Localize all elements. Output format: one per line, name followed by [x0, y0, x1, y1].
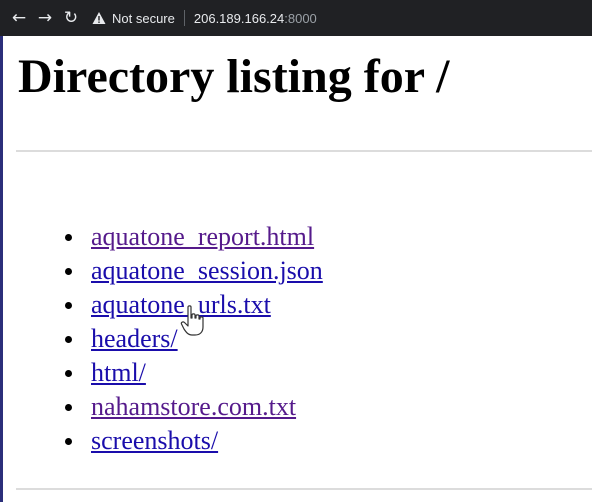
- bullet-icon: [65, 404, 72, 411]
- hand-cursor-icon: [180, 305, 204, 336]
- bullet-icon: [65, 438, 72, 445]
- warning-icon: [92, 12, 106, 24]
- page-title: Directory listing for /: [18, 50, 450, 103]
- bottom-divider: [16, 488, 592, 490]
- file-link[interactable]: nahamstore.com.txt: [91, 390, 296, 424]
- bullet-icon: [65, 302, 72, 309]
- address-bar[interactable]: Not secure 206.189.166.24:8000: [92, 0, 317, 36]
- reload-icon[interactable]: ↻: [58, 0, 84, 36]
- window-edge: [0, 36, 3, 502]
- url-host: 206.189.166.24: [193, 10, 285, 26]
- bullet-icon: [65, 268, 72, 275]
- back-arrow-icon[interactable]: ←: [6, 0, 32, 36]
- omnibox-divider: [183, 10, 185, 26]
- file-link[interactable]: aquatone_report.html: [91, 220, 314, 254]
- forward-arrow-icon[interactable]: →: [32, 0, 58, 36]
- security-label: Not secure: [112, 10, 175, 26]
- folder-link[interactable]: headers/: [91, 322, 178, 356]
- bullet-icon: [65, 370, 72, 377]
- browser-toolbar: ← → ↻ Not secure 206.189.166.24:8000: [0, 0, 592, 36]
- bullet-icon: [65, 234, 72, 241]
- file-link[interactable]: aquatone_session.json: [91, 254, 323, 288]
- url-port: :8000: [284, 10, 317, 26]
- bullet-icon: [65, 336, 72, 343]
- folder-link[interactable]: html/: [91, 356, 146, 390]
- folder-link[interactable]: screenshots/: [91, 424, 218, 458]
- top-divider: [16, 150, 592, 152]
